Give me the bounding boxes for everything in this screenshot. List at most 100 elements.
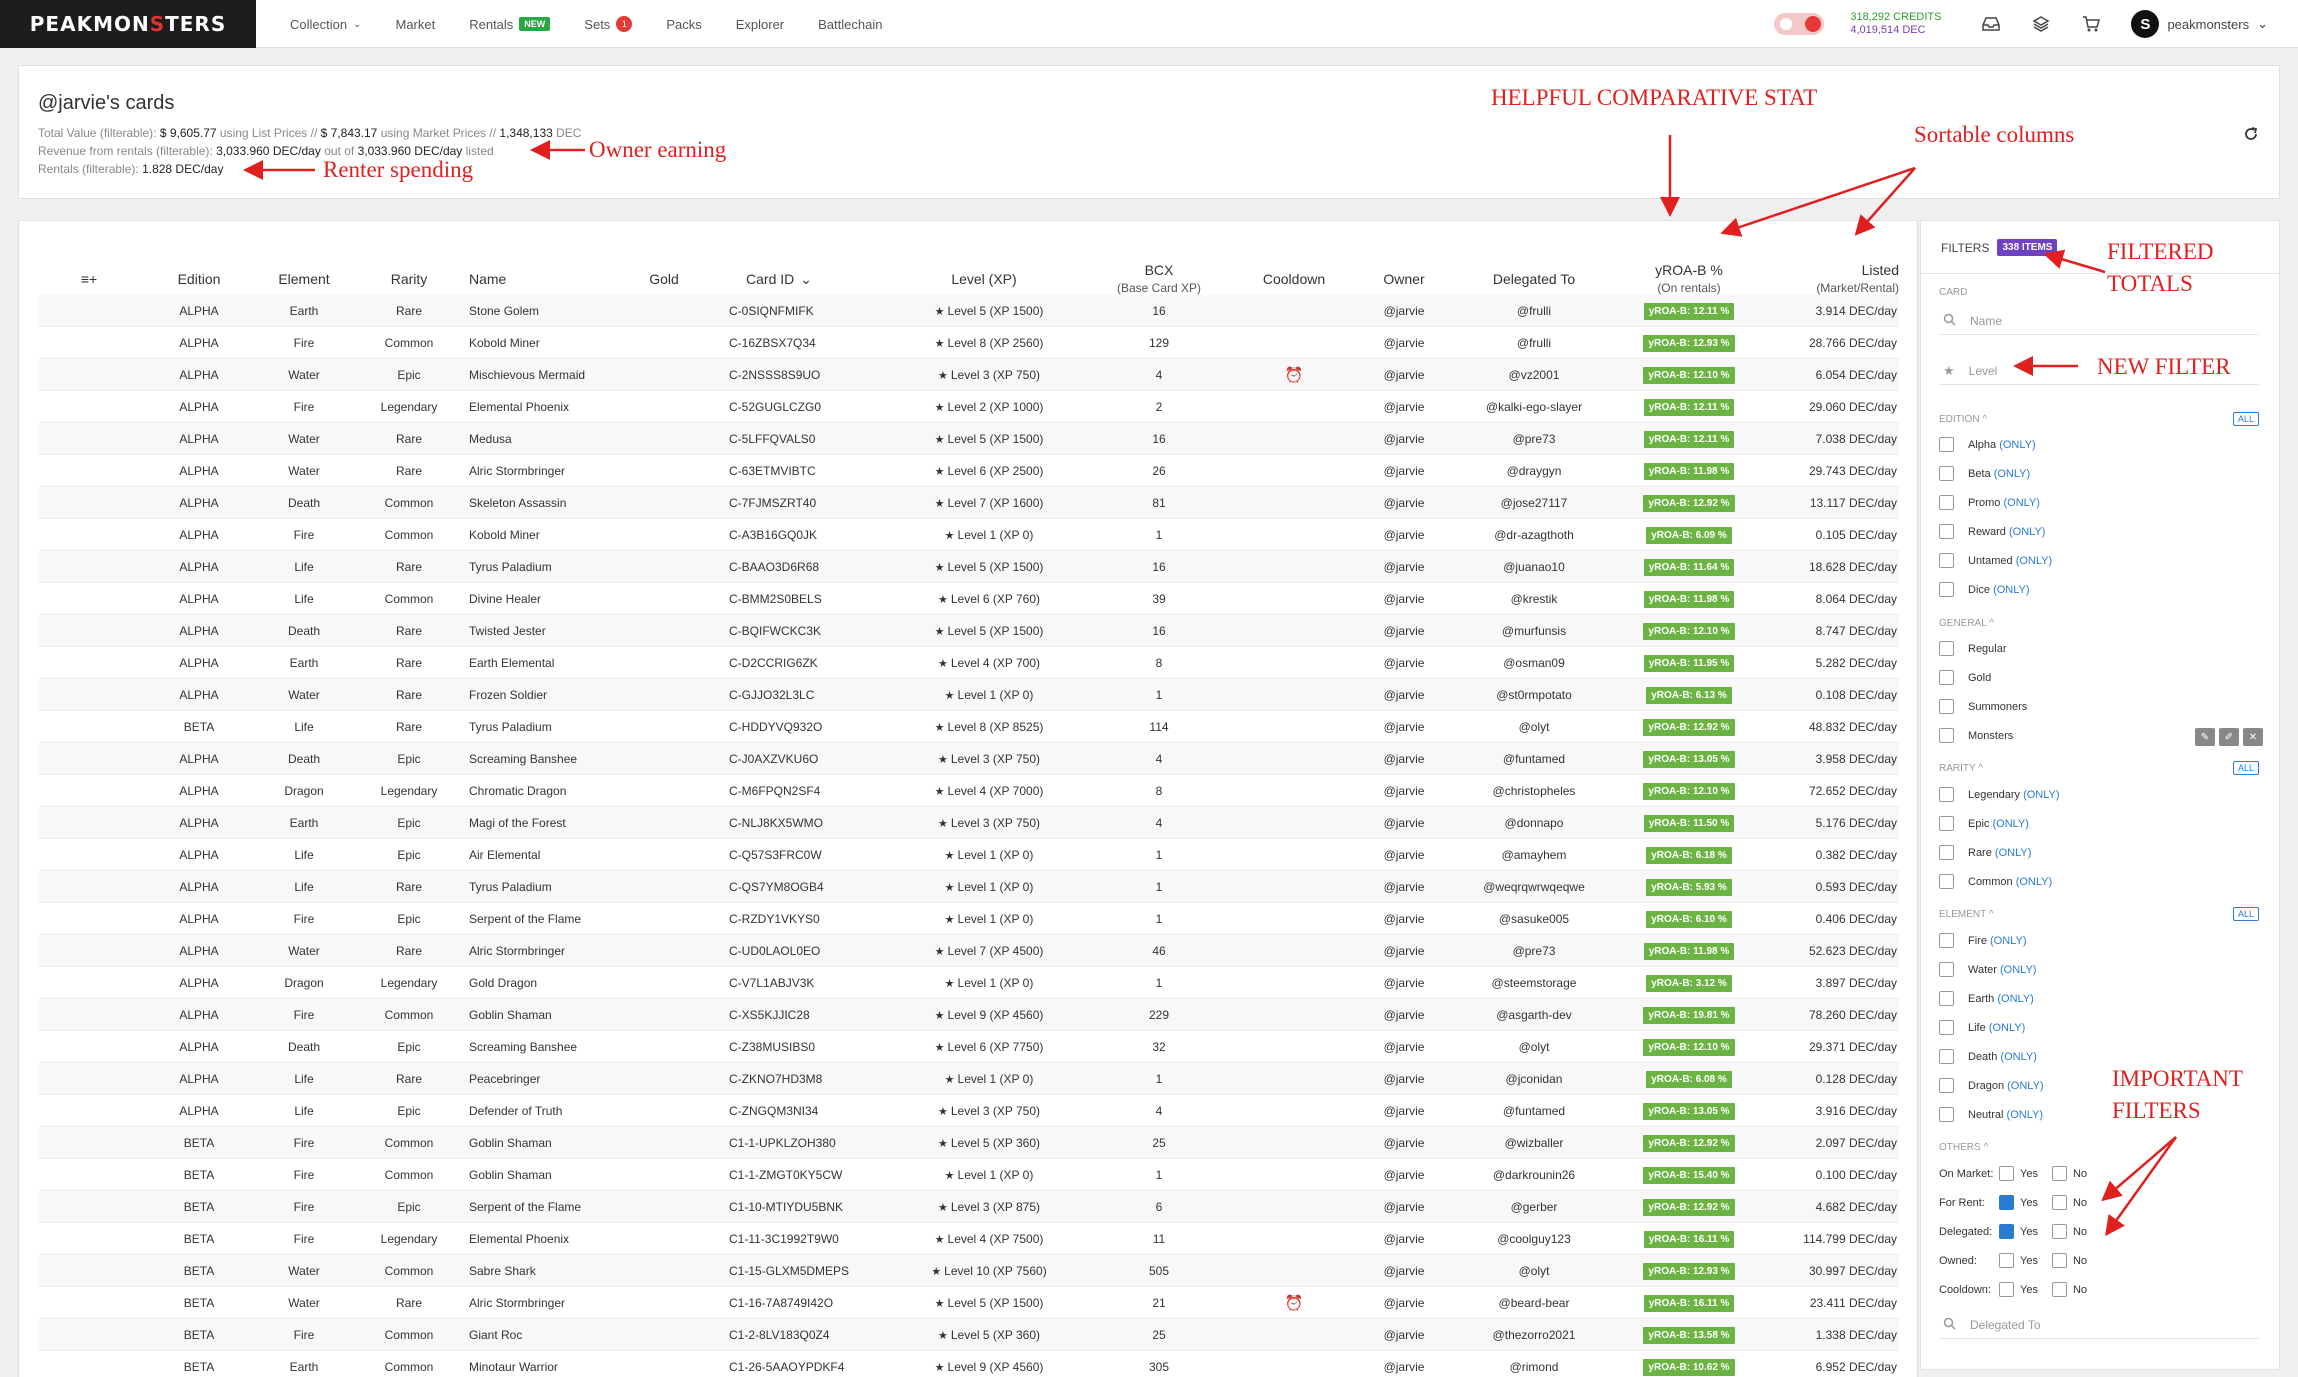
- table-row[interactable]: ALPHA Life Rare Tyrus Paladium C-QS7YM8OGB4 ★…: [39, 871, 1899, 903]
- table-row[interactable]: ALPHA Fire Common Goblin Shaman C-XS5KJJIC28…: [39, 999, 1899, 1031]
- table-row[interactable]: ALPHA Fire Legendary Elemental Phoenix C-52G…: [39, 391, 1899, 423]
- only-link[interactable]: (ONLY): [2000, 1051, 2036, 1063]
- table-row[interactable]: BETA Fire Common Goblin Shaman C1-1-ZMGT0KY5…: [39, 1159, 1899, 1191]
- only-link[interactable]: (ONLY): [2000, 964, 2036, 976]
- table-row[interactable]: ALPHA Earth Epic Magi of the Forest C-NLJ8KX…: [39, 807, 1899, 839]
- checkbox[interactable]: [1939, 728, 1954, 743]
- user-menu[interactable]: S peakmonsters ⌄: [2131, 10, 2268, 38]
- checkbox[interactable]: [1939, 1049, 1954, 1064]
- no-option[interactable]: No: [2051, 1195, 2087, 1210]
- only-link[interactable]: (ONLY): [2003, 497, 2039, 509]
- nav-item-rentals[interactable]: Rentals NEW: [469, 17, 551, 32]
- table-row[interactable]: ALPHA Death Epic Screaming Banshee C-Z38MUSI…: [39, 1031, 1899, 1063]
- checkbox[interactable]: [1939, 962, 1954, 977]
- checkbox[interactable]: [2051, 1253, 2067, 1268]
- nav-item-collection[interactable]: Collection ⌄: [290, 17, 361, 32]
- checkbox[interactable]: [1939, 933, 1954, 948]
- table-row[interactable]: ALPHA Death Rare Twisted Jester C-BQIFWCKC3K…: [39, 615, 1899, 647]
- checkbox[interactable]: [1939, 699, 1954, 714]
- checkbox[interactable]: [1939, 495, 1954, 510]
- checkbox[interactable]: [1939, 524, 1954, 539]
- only-link[interactable]: (ONLY): [2009, 526, 2045, 538]
- table-row[interactable]: ALPHA Earth Rare Earth Elemental C-D2CCRIG6Z…: [39, 647, 1899, 679]
- table-row[interactable]: ALPHA Fire Common Kobold Miner C-A3B16GQ0JK ★…: [39, 519, 1899, 551]
- only-link[interactable]: (ONLY): [1999, 439, 2035, 451]
- edition-alpha-checkbox[interactable]: Alpha (ONLY): [1939, 437, 2036, 452]
- element-death-checkbox[interactable]: Death (ONLY): [1939, 1049, 2037, 1064]
- table-row[interactable]: ALPHA Water Rare Medusa C-5LFFQVALS0 ★ Level 5…: [39, 423, 1899, 455]
- table-row[interactable]: ALPHA Life Epic Air Elemental C-Q57S3FRC0W ★ L…: [39, 839, 1899, 871]
- only-link[interactable]: (ONLY): [1993, 584, 2029, 596]
- table-row[interactable]: ALPHA Death Common Skeleton Assassin C-7FJMS…: [39, 487, 1899, 519]
- checkbox[interactable]: [1939, 553, 1954, 568]
- checkbox[interactable]: [2051, 1224, 2067, 1239]
- no-option[interactable]: No: [2051, 1253, 2087, 1268]
- table-row[interactable]: ALPHA Death Epic Screaming Banshee C-J0AXZVK…: [39, 743, 1899, 775]
- table-row[interactable]: ALPHA Fire Epic Serpent of the Flame C-RZDY1…: [39, 903, 1899, 935]
- rarity-all-button[interactable]: ALL: [2232, 761, 2259, 775]
- table-row[interactable]: ALPHA Fire Common Kobold Miner C-16ZBSX7Q34 ★…: [39, 327, 1899, 359]
- general-gold-checkbox[interactable]: Gold: [1939, 670, 1991, 685]
- table-row[interactable]: ALPHA Life Rare Tyrus Paladium C-BAAO3D6R68 ★…: [39, 551, 1899, 583]
- element-dragon-checkbox[interactable]: Dragon (ONLY): [1939, 1078, 2044, 1093]
- table-row[interactable]: ALPHA Life Rare Peacebringer C-ZKNO7HD3M8 ★ Le…: [39, 1063, 1899, 1095]
- only-link[interactable]: (ONLY): [1989, 1022, 2025, 1034]
- checkbox[interactable]: [1999, 1282, 2014, 1297]
- others-section-label[interactable]: OTHERS ^: [1939, 1142, 1988, 1153]
- only-link[interactable]: (ONLY): [2007, 1109, 2043, 1121]
- table-row[interactable]: BETA Fire Common Goblin Shaman C1-1-UPKLZOH3…: [39, 1127, 1899, 1159]
- rarity-common-checkbox[interactable]: Common (ONLY): [1939, 874, 2052, 889]
- checkbox[interactable]: [2051, 1195, 2067, 1210]
- checkbox[interactable]: [1939, 466, 1954, 481]
- inbox-icon[interactable]: [1981, 14, 2001, 34]
- checkbox[interactable]: [1939, 1020, 1954, 1035]
- checkbox[interactable]: [2051, 1282, 2067, 1297]
- checkbox[interactable]: [1999, 1166, 2014, 1181]
- only-link[interactable]: (ONLY): [1997, 993, 2033, 1005]
- checkbox[interactable]: [1939, 874, 1954, 889]
- element-section-label[interactable]: ELEMENT ^: [1939, 909, 1994, 920]
- only-link[interactable]: (ONLY): [1992, 818, 2028, 830]
- logo[interactable]: PEAKMONSTERS: [0, 0, 256, 48]
- edition-beta-checkbox[interactable]: Beta (ONLY): [1939, 466, 2030, 481]
- rarity-epic-checkbox[interactable]: Epic (ONLY): [1939, 816, 2029, 831]
- checkbox[interactable]: [1939, 816, 1954, 831]
- general-regular-checkbox[interactable]: Regular: [1939, 641, 2007, 656]
- checkbox[interactable]: [1939, 845, 1954, 860]
- only-link[interactable]: (ONLY): [2007, 1080, 2043, 1092]
- table-row[interactable]: ALPHA Earth Rare Stone Golem C-0SIQNFMIFK ★ Le…: [39, 295, 1899, 327]
- table-row[interactable]: ALPHA Dragon Legendary Gold Dragon C-V7L1ABJ…: [39, 967, 1899, 999]
- only-link[interactable]: (ONLY): [1995, 847, 2031, 859]
- table-row[interactable]: ALPHA Water Rare Alric Stormbringer C-63ETMV…: [39, 455, 1899, 487]
- checkbox[interactable]: [1939, 1107, 1954, 1122]
- element-all-button[interactable]: ALL: [2232, 907, 2259, 921]
- rarity-section-label[interactable]: RARITY ^: [1939, 763, 1983, 774]
- only-link[interactable]: (ONLY): [1990, 935, 2026, 947]
- table-row[interactable]: ALPHA Water Rare Alric Stormbringer C-UD0LAO…: [39, 935, 1899, 967]
- nav-item-market[interactable]: Market: [395, 17, 435, 32]
- checkbox[interactable]: [1939, 991, 1954, 1006]
- refresh-icon[interactable]: [2243, 126, 2259, 147]
- nav-item-sets[interactable]: Sets 1: [584, 16, 633, 32]
- nav-item-battlechain[interactable]: Battlechain: [818, 17, 882, 32]
- table-row[interactable]: ALPHA Dragon Legendary Chromatic Dragon C-M6…: [39, 775, 1899, 807]
- pencil-icon[interactable]: ✐: [2219, 728, 2239, 746]
- checkbox[interactable]: [1999, 1195, 2014, 1210]
- yes-option[interactable]: Yes: [1999, 1224, 2038, 1239]
- yes-option[interactable]: Yes: [1999, 1166, 2038, 1181]
- element-earth-checkbox[interactable]: Earth (ONLY): [1939, 991, 2034, 1006]
- only-link[interactable]: (ONLY): [2023, 789, 2059, 801]
- rarity-rare-checkbox[interactable]: Rare (ONLY): [1939, 845, 2031, 860]
- table-row[interactable]: BETA Fire Epic Serpent of the Flame C1-10-MT…: [39, 1191, 1899, 1223]
- table-row[interactable]: BETA Fire Common Giant Roc C1-2-8LV183Q0Z4 ★ L…: [39, 1319, 1899, 1351]
- table-row[interactable]: BETA Fire Legendary Elemental Phoenix C1-11-…: [39, 1223, 1899, 1255]
- element-neutral-checkbox[interactable]: Neutral (ONLY): [1939, 1107, 2043, 1122]
- only-link[interactable]: (ONLY): [2016, 555, 2052, 567]
- checkbox[interactable]: [1939, 1078, 1954, 1093]
- no-option[interactable]: No: [2051, 1224, 2087, 1239]
- yes-option[interactable]: Yes: [1999, 1282, 2038, 1297]
- element-fire-checkbox[interactable]: Fire (ONLY): [1939, 933, 2026, 948]
- general-summoners-checkbox[interactable]: Summoners: [1939, 699, 2027, 714]
- table-row[interactable]: BETA Water Common Sabre Shark C1-15-GLXM5DME…: [39, 1255, 1899, 1287]
- only-link[interactable]: (ONLY): [1994, 468, 2030, 480]
